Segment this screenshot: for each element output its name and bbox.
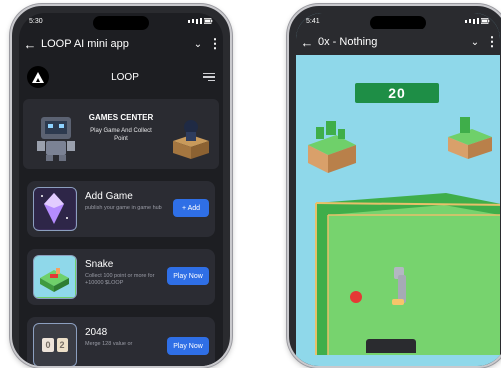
more-menu-icon[interactable]: ⋮ (484, 34, 500, 50)
play-2048-button[interactable]: Play Now (167, 337, 209, 355)
app-bar: ← 0x - Nothing ⌄ ⋮ (296, 29, 500, 55)
games-center-banner: GAMES CENTER Play Game And Collect Point (23, 99, 219, 169)
card-description: Merge 128 value or (85, 341, 133, 347)
games-center-subtitle: Play Game And Collect Point (90, 128, 152, 142)
status-time: 5:30 (29, 17, 43, 25)
crystal-icon (33, 187, 77, 231)
left-phone: 5:30 ← LOOP AI mini app ⌄ ⋮ LOOP GAMES C… (10, 4, 232, 368)
snake-game-screen: 5:41 ← 0x - Nothing ⌄ ⋮ 20 (296, 13, 500, 366)
loop-logo-icon (27, 66, 49, 88)
add-game-button[interactable]: + Add (173, 199, 209, 217)
brand-name: LOOP (111, 71, 139, 83)
dynamic-island (370, 16, 426, 30)
app-bar: ← LOOP AI mini app ⌄ ⋮ (19, 31, 223, 57)
app-bar-title: LOOP AI mini app (41, 38, 129, 50)
chevron-down-icon[interactable]: ⌄ (189, 39, 207, 50)
floating-island-left (308, 121, 356, 173)
status-time: 5:41 (306, 17, 320, 25)
card-description: Collect 100 point or more for +10000 $LO… (85, 273, 155, 286)
score-display: 20 (355, 83, 439, 103)
loop-header: LOOP (27, 63, 215, 91)
dynamic-island (93, 16, 149, 30)
snake-card: Snake Collect 100 point or more for +100… (27, 249, 215, 305)
chevron-down-icon[interactable]: ⌄ (466, 37, 484, 48)
tile-icon: 0 (42, 338, 54, 352)
card-title: Add Game (85, 191, 133, 202)
game-2048-card: 0 2 2048 Merge 128 value or Play Now (27, 317, 215, 366)
signal-icon (465, 18, 490, 24)
back-arrow-icon[interactable]: ← (19, 37, 41, 52)
back-arrow-icon[interactable]: ← (296, 35, 318, 50)
home-indicator (366, 339, 416, 353)
floating-island-right (448, 117, 492, 159)
game-arena (315, 193, 500, 355)
card-title: 2048 (85, 327, 108, 338)
right-phone: 5:41 ← 0x - Nothing ⌄ ⋮ 20 (287, 4, 501, 368)
play-snake-button[interactable]: Play Now (167, 267, 209, 285)
snake-game-icon (33, 255, 77, 299)
hamburger-menu-icon[interactable] (201, 72, 215, 82)
more-menu-icon[interactable]: ⋮ (207, 36, 223, 52)
app-bar-title: 0x - Nothing (318, 36, 378, 48)
loop-app-screen: 5:30 ← LOOP AI mini app ⌄ ⋮ LOOP GAMES C… (19, 13, 223, 366)
add-game-card: Add Game publish your game in game hub +… (27, 181, 215, 237)
card-description: publish your game in game hub (85, 205, 162, 211)
tile-icon: 2 (56, 338, 68, 352)
treasure-box-icon (173, 120, 209, 159)
game-2048-icon: 0 2 (33, 323, 77, 366)
signal-icon (188, 18, 213, 24)
apple-icon (350, 291, 362, 303)
card-title: Snake (85, 259, 114, 270)
